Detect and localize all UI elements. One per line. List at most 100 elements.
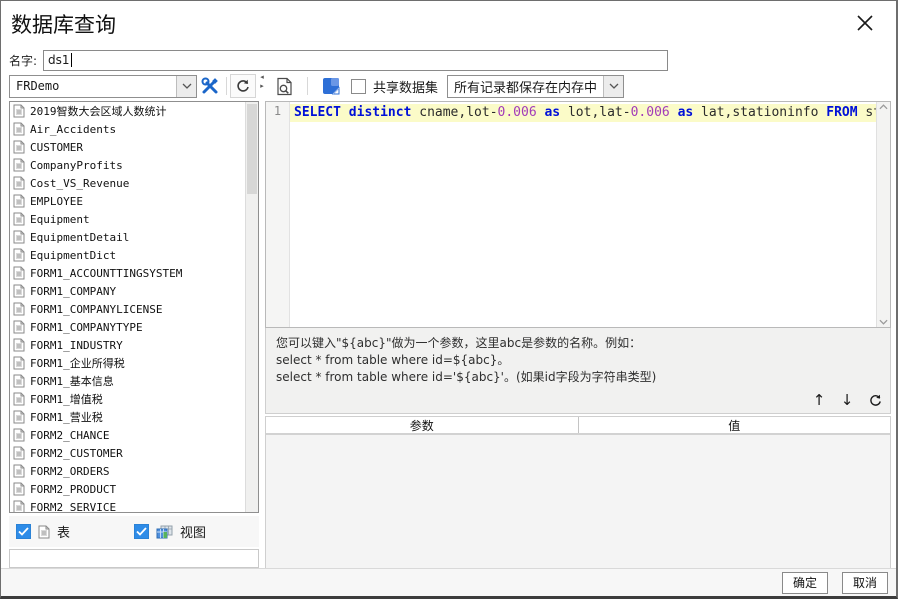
cancel-button[interactable]: 取消: [842, 571, 888, 594]
storage-dropdown[interactable]: 所有记录都保存在内存中: [447, 74, 625, 98]
table-name: FORM2_ORDERS: [30, 464, 110, 478]
table-icon: [13, 338, 25, 352]
editor-code-area[interactable]: SELECT distinct cname,lot-0.006 as lot,l…: [290, 102, 876, 327]
refresh-icon: [869, 394, 881, 406]
dialog-title: 数据库查询: [11, 13, 116, 37]
table-icon: [13, 500, 25, 512]
table-list-item[interactable]: FORM1_COMPANY: [10, 282, 245, 300]
table-icon: [13, 248, 25, 262]
table-list-item[interactable]: FORM1_基本信息: [10, 372, 245, 390]
check-icon: [18, 527, 29, 536]
param-header-cell[interactable]: 值: [577, 417, 891, 433]
line-number: 1: [273, 104, 282, 118]
table-name: FORM1_COMPANYTYPE: [30, 320, 143, 334]
table-list-item[interactable]: FORM2_CUSTOMER: [10, 444, 245, 462]
dataset-save-icon: [322, 77, 339, 94]
scrollbar-thumb[interactable]: [247, 104, 257, 194]
chevron-down-icon[interactable]: [603, 75, 624, 97]
filter-label: 表: [57, 526, 71, 541]
connection-dropdown[interactable]: FRDemo: [9, 74, 197, 98]
close-icon[interactable]: [852, 10, 878, 36]
table-list-item[interactable]: FORM2_CHANCE: [10, 426, 245, 444]
parameter-toolbar: ↑ ↓: [808, 389, 886, 411]
table-list-item[interactable]: Cost_VS_Revenue: [10, 174, 245, 192]
table-icon: [13, 104, 25, 118]
table-list-item[interactable]: FORM1_ACCOUNTTINGSYSTEM: [10, 264, 245, 282]
editor-scrollbar[interactable]: [876, 102, 890, 327]
filter-table: 表: [16, 522, 134, 541]
toolbar-separator: [226, 77, 227, 95]
table-icon: [13, 212, 25, 226]
refresh-connection-button[interactable]: [230, 74, 256, 98]
hint-line: select * from table where id='${abc}'。(如…: [276, 370, 657, 384]
list-filter-row: 表 视图: [9, 516, 259, 547]
table-icon: [13, 482, 25, 496]
table-icon: [13, 428, 25, 442]
view-icon: [156, 525, 173, 538]
preview-button[interactable]: [271, 74, 297, 98]
table-list-item[interactable]: 2019智数大会区域人数统计: [10, 102, 245, 120]
table-list-item[interactable]: FORM1_INDUSTRY: [10, 336, 245, 354]
table-name: Equipment: [30, 212, 90, 226]
title-bar: 数据库查询: [1, 1, 896, 47]
connection-config-button[interactable]: [197, 74, 223, 98]
table-list-item[interactable]: FORM1_企业所得税: [10, 354, 245, 372]
table-list-item[interactable]: FORM1_增值税: [10, 390, 245, 408]
refresh-parameters-button[interactable]: [864, 389, 886, 411]
table-list-item[interactable]: EquipmentDetail: [10, 228, 245, 246]
table-list-item[interactable]: EquipmentDict: [10, 246, 245, 264]
table-list-item[interactable]: CUSTOMER: [10, 138, 245, 156]
table-icon: [13, 230, 25, 244]
table-list-item[interactable]: FORM2_SERVICE: [10, 498, 245, 512]
table-name: FORM2_CHANCE: [30, 428, 110, 442]
param-header-cell[interactable]: 参数: [266, 417, 578, 433]
table-icon: [13, 446, 25, 460]
save-dataset-button[interactable]: [318, 74, 344, 98]
sql-token-plain: cname,lot-: [411, 105, 498, 120]
table-checkbox[interactable]: [16, 524, 31, 539]
table-icon: [13, 176, 25, 190]
sql-token-plain: lat,stationinfo: [693, 105, 827, 120]
table-list-scrollbar[interactable]: [245, 102, 258, 512]
table-name: FORM1_营业税: [30, 411, 103, 424]
table-list-item[interactable]: FORM1_COMPANYTYPE: [10, 318, 245, 336]
sql-token-kw: FROM: [826, 105, 858, 120]
ok-button[interactable]: 确定: [782, 571, 828, 594]
move-parameter-up-button[interactable]: ↑: [808, 389, 830, 411]
table-name: FORM2_SERVICE: [30, 500, 117, 513]
chevron-down-icon[interactable]: [176, 75, 196, 97]
move-parameter-down-button[interactable]: ↓: [836, 389, 858, 411]
share-dataset-checkbox[interactable]: [351, 78, 366, 94]
left-panel: FRDemo 2019智数大会区域人数统计 Air_Accidents CUST…: [9, 73, 259, 568]
table-list-item[interactable]: FORM1_COMPANYLICENSE: [10, 300, 245, 318]
connection-dropdown-value: FRDemo: [16, 79, 60, 93]
database-query-dialog: 数据库查询 名字: ds1 FRDemo 2019智数大会区域人数统计 Air_…: [0, 0, 898, 599]
table-list-item[interactable]: FORM1_营业税: [10, 408, 245, 426]
parameter-hint-panel: 您可以键入"${abc}"做为一个参数，这里abc是参数的名称。例如： selec…: [265, 328, 891, 414]
sql-token-kw: as: [677, 105, 694, 120]
table-list-item[interactable]: Air_Accidents: [10, 120, 245, 138]
table-list-item[interactable]: FORM2_ORDERS: [10, 462, 245, 480]
parameter-table-body[interactable]: [266, 435, 890, 568]
toolbar-separator: [307, 77, 308, 95]
table-icon: [13, 284, 25, 298]
scroll-down-icon: [879, 319, 888, 325]
sql-token-plain: [670, 105, 678, 120]
sql-current-line[interactable]: SELECT distinct cname,lot-0.006 as lot,l…: [290, 104, 876, 122]
sql-editor[interactable]: 1 SELECT distinct cname,lot-0.006 as lot…: [265, 101, 891, 328]
arrow-down-icon: ↓: [840, 391, 854, 409]
table-name: FORM1_企业所得税: [30, 357, 125, 370]
table-name: EquipmentDict: [30, 248, 117, 262]
table-name: Air_Accidents: [30, 122, 117, 136]
sql-token-kw: SELECT: [294, 105, 341, 120]
table-list-item[interactable]: FORM2_PRODUCT: [10, 480, 245, 498]
table-list-item[interactable]: CompanyProfits: [10, 156, 245, 174]
table-list[interactable]: 2019智数大会区域人数统计 Air_Accidents CUSTOMER Compa…: [9, 101, 259, 513]
name-input[interactable]: ds1: [43, 49, 669, 71]
view-checkbox[interactable]: [134, 524, 149, 539]
footer-bar: 确定 取消: [1, 568, 896, 596]
table-list-item[interactable]: Equipment: [10, 210, 245, 228]
table-name: EquipmentDetail: [30, 230, 130, 244]
sql-token-kw: as: [544, 105, 561, 120]
table-list-item[interactable]: EMPLOYEE: [10, 192, 245, 210]
